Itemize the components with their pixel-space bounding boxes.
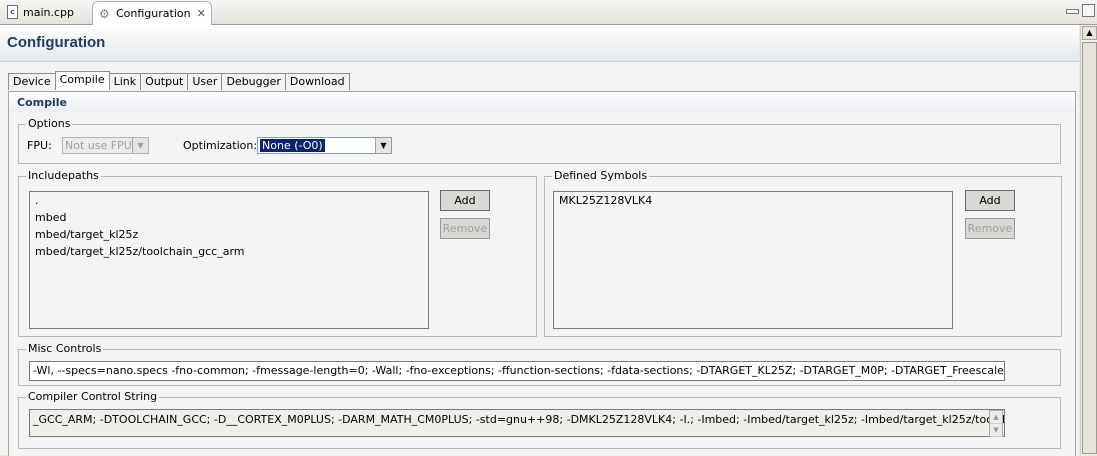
tab-user[interactable]: User: [187, 73, 223, 90]
scroll-thumb[interactable]: [1082, 42, 1097, 454]
add-includepath-button[interactable]: Add: [440, 190, 490, 211]
config-tabs: Device Compile Link Output User Debugger…: [8, 71, 350, 91]
compiler-control-string-group: Compiler Control String _GCC_ARM; -DTOOL…: [18, 390, 1061, 449]
c-file-icon: c: [7, 5, 18, 19]
defined-symbols-group: Defined Symbols MKL25Z128VLK4 Add Remove: [544, 169, 1062, 337]
page-title: Configuration: [7, 34, 106, 51]
list-item[interactable]: MKL25Z128VLK4: [559, 194, 652, 207]
editor-tab-strip: c main.cpp ⚙ Configuration ✕: [0, 0, 1097, 25]
includepaths-list[interactable]: . mbed mbed/target_kl25z mbed/target_kl2…: [29, 191, 429, 329]
remove-includepath-button[interactable]: Remove: [440, 218, 490, 239]
configuration-editor: Configuration Device Compile Link Output…: [0, 25, 1079, 456]
defined-symbols-list[interactable]: MKL25Z128VLK4: [553, 191, 953, 329]
defined-symbols-legend: Defined Symbols: [552, 169, 650, 183]
list-item[interactable]: mbed/target_kl25z: [35, 228, 138, 241]
tab-download[interactable]: Download: [284, 73, 350, 90]
vertical-scrollbar[interactable]: ▲: [1080, 25, 1097, 455]
chevron-down-icon: ▼: [132, 138, 148, 153]
text-scrollbar[interactable]: ▲ ▼: [989, 410, 1003, 437]
editor-tab-main-cpp[interactable]: c main.cpp: [2, 1, 86, 23]
minimize-button[interactable]: [1066, 9, 1079, 14]
compile-panel: Compile Options FPU: Not use FPU ▼ Optim…: [8, 91, 1076, 456]
misc-controls-input[interactable]: -Wl, --specs=nano.specs -fno-common; -fm…: [29, 361, 1005, 381]
maximize-button[interactable]: [1082, 4, 1095, 17]
options-group: Options FPU: Not use FPU ▼ Optimization:…: [18, 117, 1061, 164]
tab-device[interactable]: Device: [8, 73, 56, 90]
tab-link[interactable]: Link: [108, 73, 142, 90]
misc-controls-legend: Misc Controls: [26, 342, 104, 356]
list-item[interactable]: mbed: [35, 211, 66, 224]
fpu-value: Not use FPU: [65, 139, 132, 152]
scroll-down-icon[interactable]: ▼: [990, 424, 1002, 437]
tab-output[interactable]: Output: [140, 73, 189, 90]
list-item[interactable]: mbed/target_kl25z/toolchain_gcc_arm: [35, 245, 244, 258]
fpu-label: FPU:: [27, 139, 52, 152]
chevron-down-icon: ▼: [375, 138, 391, 153]
editor-tab-label: Configuration: [116, 7, 191, 20]
misc-controls-group: Misc Controls -Wl, --specs=nano.specs -f…: [18, 342, 1061, 386]
tab-debugger[interactable]: Debugger: [221, 73, 286, 90]
compiler-control-string-legend: Compiler Control String: [26, 390, 160, 404]
optimization-value: None (-O0): [260, 139, 325, 152]
editor-tab-configuration[interactable]: ⚙ Configuration ✕: [92, 1, 212, 25]
compiler-control-string-output[interactable]: _GCC_ARM; -DTOOLCHAIN_GCC; -D__CORTEX_M0…: [29, 409, 1005, 437]
add-symbol-button[interactable]: Add: [965, 190, 1015, 211]
scroll-up-icon[interactable]: ▲: [1082, 26, 1097, 40]
options-legend: Options: [26, 117, 73, 131]
scroll-up-icon[interactable]: ▲: [990, 411, 1002, 424]
tab-compile[interactable]: Compile: [54, 71, 110, 90]
list-item[interactable]: .: [35, 194, 39, 207]
optimization-select[interactable]: None (-O0) ▼: [257, 137, 392, 154]
gear-icon: ⚙: [99, 6, 110, 21]
optimization-label: Optimization:: [183, 139, 258, 152]
fpu-select[interactable]: Not use FPU ▼: [62, 137, 149, 154]
close-icon[interactable]: ✕: [197, 7, 206, 20]
title-bar: Configuration: [0, 25, 1079, 62]
section-header: Compile: [9, 92, 1075, 112]
includepaths-group: Includepaths . mbed mbed/target_kl25z mb…: [18, 169, 537, 337]
remove-symbol-button[interactable]: Remove: [965, 218, 1015, 239]
section-title: Compile: [17, 96, 67, 109]
includepaths-legend: Includepaths: [26, 169, 101, 183]
editor-tab-label: main.cpp: [23, 5, 74, 19]
